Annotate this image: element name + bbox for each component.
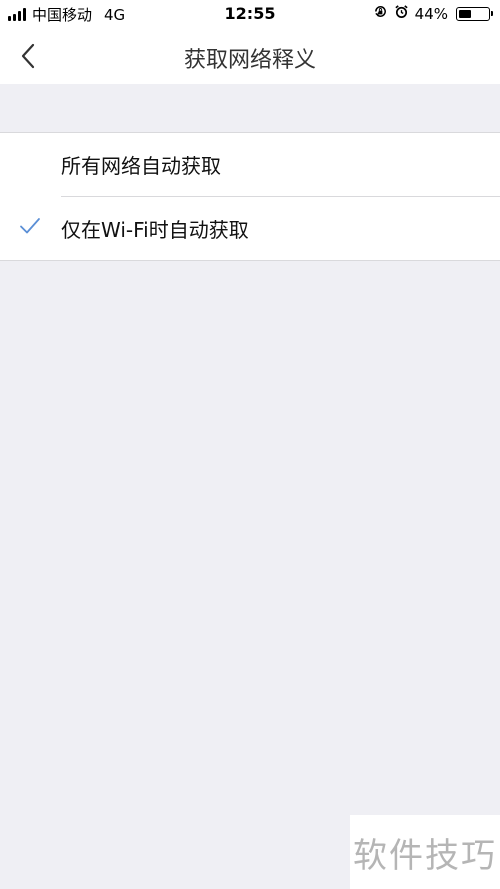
option-all-networks[interactable]: 所有网络自动获取 [0, 133, 500, 196]
watermark: 软件技巧 [350, 815, 500, 889]
battery-fill [459, 9, 471, 18]
option-label: 所有网络自动获取 [61, 154, 221, 178]
battery-percent: 44% [414, 4, 448, 23]
orientation-lock-icon [373, 4, 388, 23]
page-title: 获取网络释义 [183, 48, 316, 73]
option-label: 仅在Wi-Fi时自动获取 [61, 218, 249, 242]
battery-icon [456, 6, 493, 21]
alarm-icon [394, 4, 409, 23]
checkmark-icon [19, 217, 41, 235]
option-wifi-only[interactable]: 仅在Wi-Fi时自动获取 [0, 197, 500, 260]
options-list: 所有网络自动获取 仅在Wi-Fi时自动获取 [0, 132, 500, 261]
status-bar: 中国移动 4G 12:55 44% [0, 0, 500, 28]
nav-bar: 获取网络释义 [0, 28, 500, 84]
